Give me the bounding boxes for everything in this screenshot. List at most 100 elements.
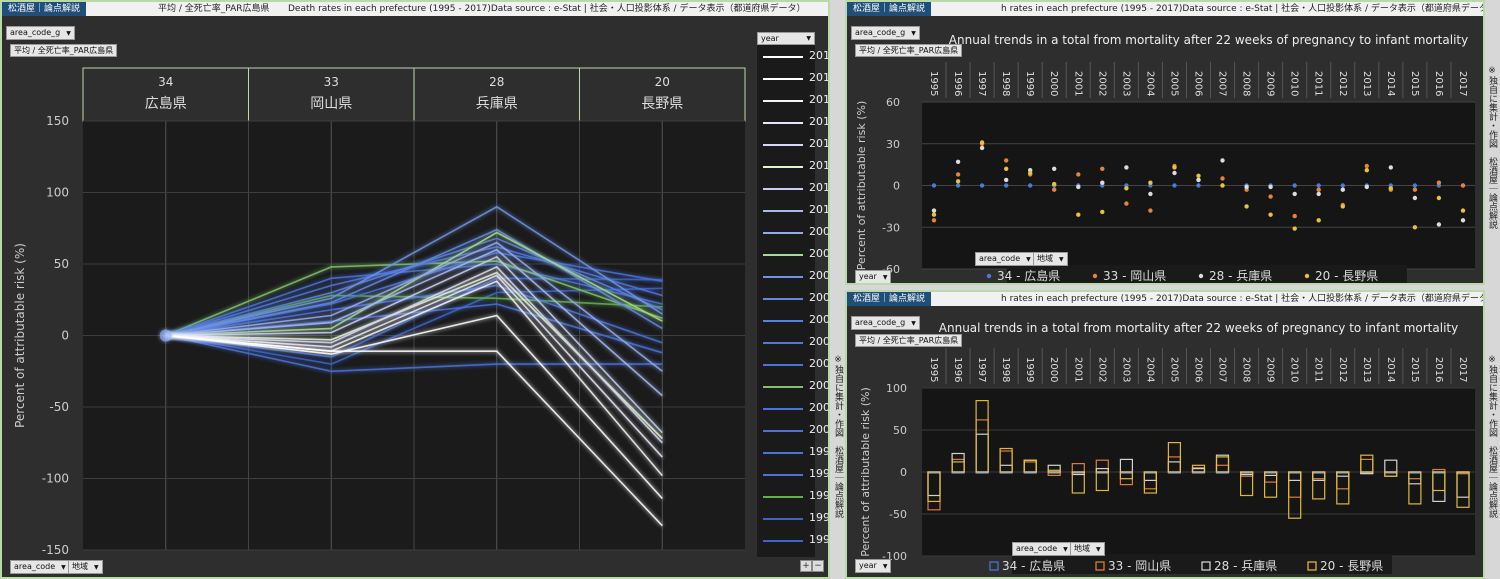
area-code-filter[interactable]: area_code ▼ [1012, 542, 1072, 556]
data-point [1004, 166, 1009, 171]
legend-item-2013[interactable]: 2013 [757, 134, 828, 156]
legend-swatch [763, 144, 803, 146]
data-point [1100, 166, 1105, 171]
data-point [1244, 204, 1249, 209]
parallel-line-chart: 34 広島県 33 岡山県 28 兵庫県 20 長野県 -150 -100 -50 0 50 100 150… [13, 67, 746, 557]
legend-swatch [763, 518, 803, 520]
data-point [1436, 180, 1442, 185]
legend-item-2009[interactable]: 2009 [757, 222, 828, 244]
legend-item-2014[interactable]: 2014 [757, 112, 828, 134]
legend-item-2007[interactable]: 2007 [757, 266, 828, 288]
chevron-down-icon: ▼ [94, 564, 99, 571]
legend-label: 2015 [809, 93, 830, 106]
data-point [1316, 191, 1321, 197]
legend-item-1998[interactable]: 1998 [757, 464, 828, 486]
legend-item-2016[interactable]: 2016 [757, 68, 828, 90]
area-code-chip-label: area_code [14, 562, 56, 571]
legend-item-1995[interactable]: 1995 [757, 530, 828, 552]
brand-label[interactable]: 松酒屋｜論点解説 [847, 292, 932, 306]
data-point [1028, 170, 1033, 176]
area-code-filter[interactable]: area_code ▼ [10, 560, 70, 574]
legend-item-2006[interactable]: 2006 [757, 288, 828, 310]
legend-item-1999[interactable]: 1999 [757, 442, 828, 464]
legend-item-2003[interactable]: 2003 [757, 354, 828, 376]
data-point [1028, 183, 1033, 188]
legend-label: 1995 [809, 533, 830, 546]
legend-label: 28 - 兵庫県 [1209, 269, 1272, 283]
data-point [1172, 170, 1177, 176]
data-point [955, 172, 961, 177]
box-bar-chart: Annual trends in a total from mortality … [859, 321, 1475, 574]
legend-label: 1996 [809, 511, 830, 524]
year-filter[interactable]: year ▼ [855, 270, 892, 283]
y-tick-label: 0 [900, 466, 907, 479]
legend-item-2008[interactable]: 2008 [757, 244, 828, 266]
legend-item-2015[interactable]: 2015 [757, 90, 828, 112]
chevron-down-icon: ▼ [806, 35, 811, 42]
data-point [979, 183, 985, 188]
brand-label[interactable]: 松酒屋｜論点解説 [2, 2, 87, 16]
legend-item-2004[interactable]: 2004 [757, 332, 828, 354]
data-point [931, 183, 937, 188]
legend-item-2002[interactable]: 2002 [757, 376, 828, 398]
data-point [1412, 195, 1418, 201]
x-tick-label: 2003 [1120, 71, 1131, 96]
legend-label: 20 - 長野県 [1320, 559, 1383, 573]
data-point [1076, 172, 1081, 177]
area-code-chip-label: area_code [979, 254, 1021, 263]
year-filter[interactable]: year ▼ [855, 559, 892, 573]
y-tick-label: -50 [49, 400, 69, 414]
region-filter[interactable]: 地域 ▼ [1070, 542, 1105, 556]
x-tick-label: 2015 [1409, 71, 1420, 96]
y-tick-label: 0 [893, 180, 900, 193]
zoom-out-button[interactable]: − [812, 560, 824, 572]
legend-label: 2001 [809, 401, 830, 414]
legend-item-2012[interactable]: 2012 [757, 156, 828, 178]
category-name-label: 兵庫県 [476, 95, 518, 112]
legend-label: 28 - 兵庫県 [1214, 559, 1277, 573]
year-chip-label: year [859, 561, 877, 570]
legend-label: 2012 [809, 159, 830, 172]
x-tick-label: 2017 [1457, 357, 1468, 382]
data-point [1244, 184, 1249, 190]
legend-item-2010[interactable]: 2010 [757, 200, 828, 222]
x-tick-label: 2003 [1120, 357, 1131, 382]
x-tick-label: 2007 [1217, 357, 1228, 382]
x-tick-label: 2011 [1313, 71, 1324, 96]
data-point [955, 183, 961, 188]
region-filter[interactable]: 地域 ▼ [1033, 252, 1068, 266]
legend-swatch [763, 78, 803, 80]
data-point [1004, 183, 1009, 188]
page-title: Death rates in each prefecture (1995 - 2… [288, 4, 806, 14]
x-tick-label: 2012 [1337, 357, 1348, 382]
legend-swatch [763, 166, 803, 168]
x-tick-label: 2006 [1193, 71, 1204, 96]
legend-item-2001[interactable]: 2001 [757, 398, 828, 420]
legend-label: 34 - 広島県 [997, 268, 1060, 283]
region-filter[interactable]: 地域 ▼ [68, 560, 103, 574]
data-point [1388, 186, 1393, 191]
brand-label[interactable]: 松酒屋｜論点解説 [847, 2, 932, 16]
legend-item-2017[interactable]: 2017 [757, 46, 828, 68]
zoom-in-button[interactable]: + [800, 560, 812, 572]
legend-item-1996[interactable]: 1996 [757, 508, 828, 530]
legend-item-2011[interactable]: 2011 [757, 178, 828, 200]
legend-item-2000[interactable]: 2000 [757, 420, 828, 442]
year-legend-header[interactable]: year ▼ [757, 32, 815, 45]
x-tick-label: 1995 [928, 71, 939, 96]
legend-swatch [763, 386, 803, 388]
category-name-label: 長野県 [641, 96, 683, 112]
data-point [1172, 183, 1177, 188]
legend-item-1997[interactable]: 1997 [757, 486, 828, 508]
legend-swatch [763, 298, 803, 300]
data-point [1364, 184, 1369, 190]
data-point [1316, 218, 1321, 223]
y-tick-label: 100 [886, 382, 907, 395]
legend-item-2005[interactable]: 2005 [757, 310, 828, 332]
category-name-label: 岡山県 [310, 96, 352, 112]
legend-label: 1998 [809, 467, 830, 480]
x-tick-label: 2007 [1217, 71, 1228, 96]
data-point [1316, 187, 1321, 192]
area-code-filter[interactable]: area_code ▼ [975, 252, 1035, 266]
data-point [1172, 165, 1177, 170]
